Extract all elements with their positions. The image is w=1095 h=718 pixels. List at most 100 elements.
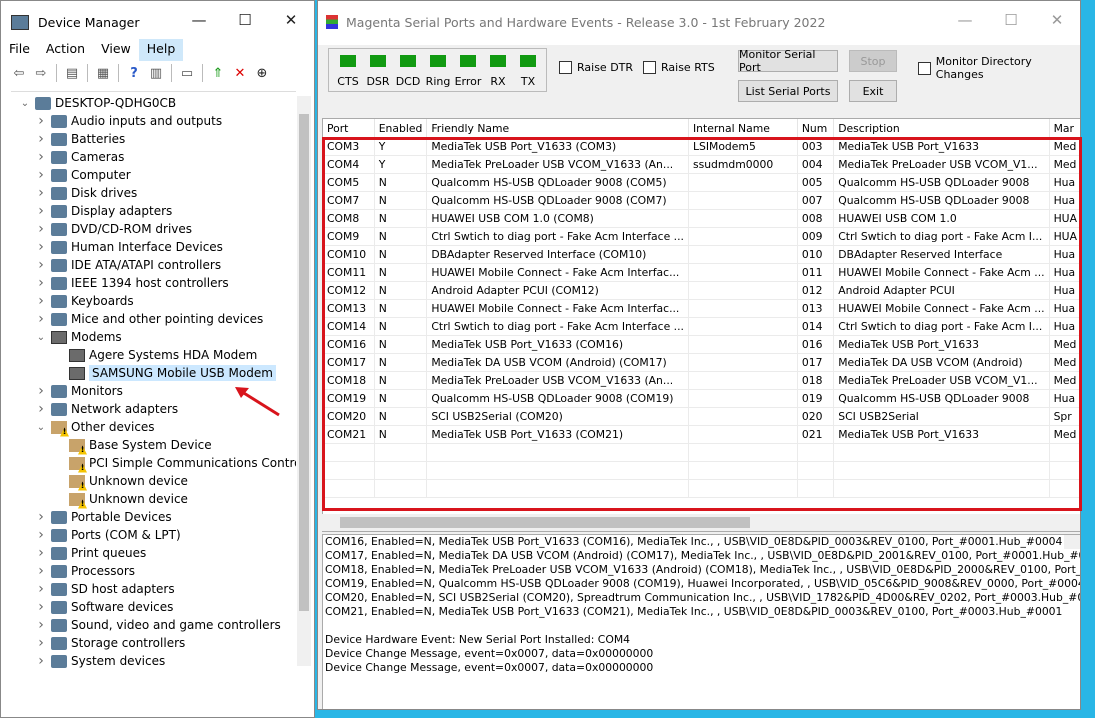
column-header[interactable]: Description bbox=[833, 119, 1050, 138]
chevron-right-icon[interactable]: › bbox=[35, 383, 47, 399]
minimize-icon[interactable]: — bbox=[942, 11, 988, 29]
chevron-right-icon[interactable]: › bbox=[35, 239, 47, 255]
tree-item[interactable]: › Processors bbox=[35, 562, 135, 580]
menu-file[interactable]: File bbox=[1, 39, 38, 61]
column-header[interactable]: Num bbox=[797, 119, 835, 138]
close-icon[interactable]: ✕ bbox=[268, 11, 314, 29]
tree-item[interactable]: › SD host adapters bbox=[35, 580, 174, 598]
tree-scrollbar[interactable] bbox=[297, 96, 311, 666]
table-row[interactable]: COM10 N DBAdapter Reserved Interface (COM1… bbox=[323, 245, 1080, 264]
table-row[interactable]: COM4 Y MediaTek PreLoader USB VCOM_V1633 (… bbox=[323, 155, 1080, 174]
table-row[interactable]: COM12 N Android Adapter PCUI (COM12) 012 And… bbox=[323, 281, 1080, 300]
chevron-right-icon[interactable]: › bbox=[35, 581, 47, 597]
column-header[interactable]: Port bbox=[323, 119, 375, 138]
table-row[interactable]: COM13 N HUAWEI Mobile Connect - Fake Acm I… bbox=[323, 299, 1080, 318]
tree-item[interactable]: › Network adapters bbox=[35, 400, 178, 418]
table-row[interactable] bbox=[323, 443, 1080, 462]
back-icon[interactable]: ⇦ bbox=[9, 63, 29, 83]
tree-item[interactable]: › Ports (COM & LPT) bbox=[35, 526, 180, 544]
maximize-icon[interactable]: ☐ bbox=[222, 11, 268, 29]
uninstall-icon[interactable]: ✕ bbox=[230, 63, 250, 83]
table-row[interactable]: COM18 N MediaTek PreLoader USB VCOM_V1633 … bbox=[323, 371, 1080, 390]
chevron-right-icon[interactable]: › bbox=[35, 131, 47, 147]
tree-item[interactable]: › Audio inputs and outputs bbox=[35, 112, 222, 130]
chevron-right-icon[interactable]: › bbox=[35, 617, 47, 633]
chevron-right-icon[interactable]: › bbox=[35, 563, 47, 579]
chevron-right-icon[interactable]: › bbox=[35, 113, 47, 129]
table-row[interactable]: COM20 N SCI USB2Serial (COM20) 020 SCI USB2S… bbox=[323, 407, 1080, 426]
tree-item[interactable]: Unknown device bbox=[53, 490, 188, 508]
tree-item[interactable]: › Monitors bbox=[35, 382, 123, 400]
chevron-right-icon[interactable]: › bbox=[35, 401, 47, 417]
grid-view-icon[interactable]: ▥ bbox=[146, 63, 166, 83]
column-header[interactable]: Mar bbox=[1049, 119, 1080, 138]
tree-item[interactable]: › Portable Devices bbox=[35, 508, 171, 526]
tree-item[interactable]: Agere Systems HDA Modem bbox=[53, 346, 257, 364]
column-header[interactable]: Enabled bbox=[374, 119, 428, 138]
raise-rts-checkbox[interactable]: Raise RTS bbox=[643, 61, 715, 74]
column-header[interactable]: Friendly Name bbox=[426, 119, 689, 138]
table-row[interactable]: COM5 N Qualcomm HS-USB QDLoader 9008 (COM5… bbox=[323, 173, 1080, 192]
table-row[interactable] bbox=[323, 461, 1080, 480]
list-serial-ports-button[interactable]: List Serial Ports bbox=[738, 80, 838, 102]
chevron-right-icon[interactable]: › bbox=[35, 509, 47, 525]
tree-scroll-thumb[interactable] bbox=[299, 114, 309, 611]
tree-item[interactable]: › Software devices bbox=[35, 598, 173, 616]
log-scrollbar[interactable] bbox=[1064, 535, 1080, 549]
tree-item[interactable]: Base System Device bbox=[53, 436, 212, 454]
event-log[interactable]: COM16, Enabled=N, MediaTek USB Port_V163… bbox=[322, 534, 1080, 709]
checkbox-box[interactable] bbox=[643, 61, 656, 74]
chevron-right-icon[interactable]: › bbox=[35, 293, 47, 309]
table-row[interactable] bbox=[323, 479, 1080, 498]
tree-item[interactable]: › Print queues bbox=[35, 544, 146, 562]
help-icon[interactable]: ? bbox=[124, 63, 144, 83]
tree-item[interactable]: SAMSUNG Mobile USB Modem bbox=[53, 364, 276, 382]
tree-item[interactable]: › Sound, video and game controllers bbox=[35, 616, 281, 634]
minimize-icon[interactable]: — bbox=[176, 11, 222, 29]
tree-item[interactable]: › Storage controllers bbox=[35, 634, 185, 652]
raise-dtr-checkbox[interactable]: Raise DTR bbox=[559, 61, 633, 74]
menu-help[interactable]: Help bbox=[138, 39, 184, 61]
checkbox-box[interactable] bbox=[918, 61, 931, 75]
close-icon[interactable]: ✕ bbox=[1034, 11, 1080, 29]
table-row[interactable]: COM7 N Qualcomm HS-USB QDLoader 9008 (COM7… bbox=[323, 191, 1080, 210]
table-row[interactable]: COM8 N HUAWEI USB COM 1.0 (COM8) 008 HUAWEI … bbox=[323, 209, 1080, 228]
monitor-directory-checkbox[interactable]: Monitor Directory Changes bbox=[918, 55, 1080, 81]
chevron-right-icon[interactable]: › bbox=[35, 635, 47, 651]
download-icon[interactable]: ⊕ bbox=[252, 63, 272, 83]
chevron-right-icon[interactable]: › bbox=[35, 167, 47, 183]
grid-scroll-thumb[interactable] bbox=[340, 517, 750, 528]
tree-item[interactable]: › IDE ATA/ATAPI controllers bbox=[35, 256, 221, 274]
tree-root[interactable]: ⌄ DESKTOP-QDHG0CB bbox=[19, 94, 176, 112]
tree-item[interactable]: › Computer bbox=[35, 166, 130, 184]
tree-item[interactable]: ⌄ Modems bbox=[35, 328, 122, 346]
menu-action[interactable]: Action bbox=[38, 39, 93, 61]
chevron-right-icon[interactable]: › bbox=[35, 545, 47, 561]
table-row[interactable]: COM14 N Ctrl Swtich to diag port - Fake Ac… bbox=[323, 317, 1080, 336]
tree-item[interactable]: PCI Simple Communications Controlle bbox=[53, 454, 296, 472]
chevron-down-icon[interactable]: ⌄ bbox=[35, 332, 47, 343]
table-row[interactable]: COM19 N Qualcomm HS-USB QDLoader 9008 (COM… bbox=[323, 389, 1080, 408]
chevron-right-icon[interactable]: › bbox=[35, 311, 47, 327]
update-driver-icon[interactable]: ⇑ bbox=[208, 63, 228, 83]
monitor-serial-port-button[interactable]: Monitor Serial Port bbox=[738, 48, 838, 74]
chevron-right-icon[interactable]: › bbox=[35, 653, 47, 668]
table-row[interactable]: COM16 N MediaTek USB Port_V1633 (COM16) 016… bbox=[323, 335, 1080, 354]
maximize-icon[interactable]: ☐ bbox=[988, 11, 1034, 29]
monitor-scan-icon[interactable]: ▭ bbox=[177, 63, 197, 83]
stop-button[interactable]: Stop bbox=[849, 50, 897, 72]
chevron-down-icon[interactable]: ⌄ bbox=[19, 98, 31, 109]
table-row[interactable]: COM17 N MediaTek DA USB VCOM (Android) (CO… bbox=[323, 353, 1080, 372]
table-row[interactable]: COM11 N HUAWEI Mobile Connect - Fake Acm I… bbox=[323, 263, 1080, 282]
chevron-right-icon[interactable]: › bbox=[35, 275, 47, 291]
chevron-right-icon[interactable]: › bbox=[35, 221, 47, 237]
show-hide-tree-icon[interactable]: ▤ bbox=[62, 63, 82, 83]
checkbox-box[interactable] bbox=[559, 61, 572, 74]
chevron-right-icon[interactable]: › bbox=[35, 527, 47, 543]
tree-item[interactable]: › Keyboards bbox=[35, 292, 133, 310]
chevron-right-icon[interactable]: › bbox=[35, 185, 47, 201]
tree-item[interactable]: › Disk drives bbox=[35, 184, 137, 202]
tree-item[interactable]: › Batteries bbox=[35, 130, 125, 148]
serial-ports-grid[interactable]: Port Enabled Friendly Name Internal Name Num… bbox=[322, 118, 1080, 532]
forward-icon[interactable]: ⇨ bbox=[31, 63, 51, 83]
